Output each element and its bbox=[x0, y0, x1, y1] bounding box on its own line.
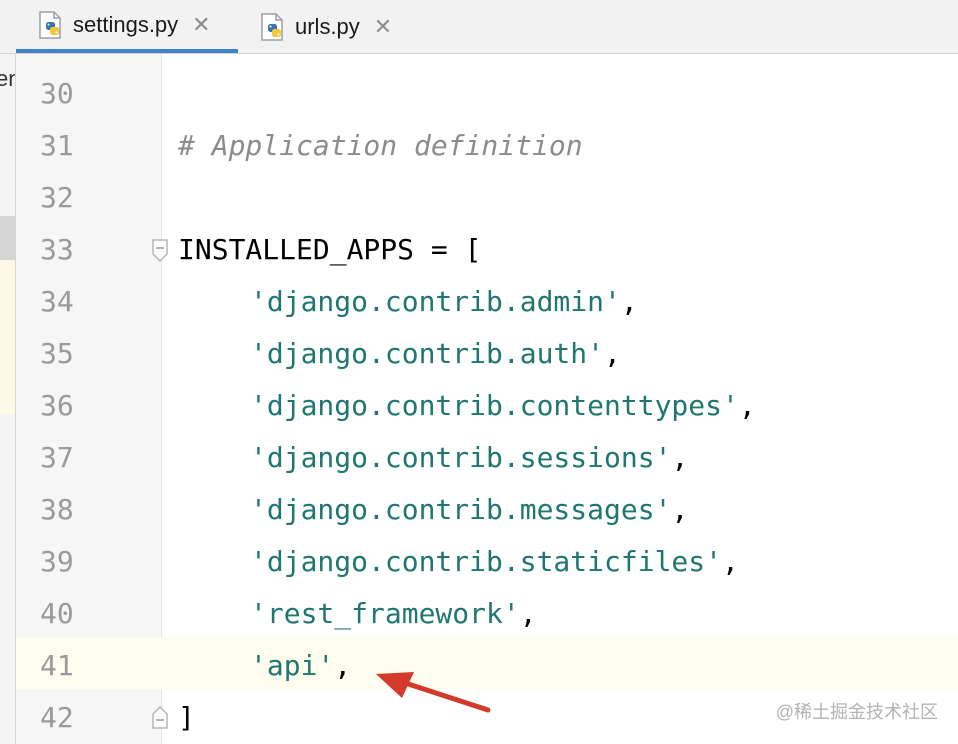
tab-label: settings.py bbox=[73, 11, 179, 37]
code-line-39: 39 'django.contrib.staticfiles', bbox=[0, 536, 958, 588]
code-string-entry[interactable]: 'django.contrib.admin', bbox=[250, 276, 638, 328]
line-number: 40 bbox=[40, 597, 74, 630]
line-number: 30 bbox=[40, 77, 74, 110]
code-line-36: 36 'django.contrib.contenttypes', bbox=[0, 380, 958, 432]
close-tab-icon[interactable]: ✕ bbox=[192, 13, 210, 36]
code-string-entry[interactable]: 'django.contrib.messages', bbox=[250, 484, 688, 536]
line-number: 42 bbox=[40, 701, 74, 734]
code-comment[interactable]: # Application definition bbox=[178, 120, 583, 172]
code-string-entry[interactable]: 'django.contrib.sessions', bbox=[250, 432, 688, 484]
code-string-entry[interactable]: 'django.contrib.contenttypes', bbox=[250, 380, 756, 432]
line-number: 35 bbox=[40, 337, 74, 370]
code-line-32: 32 bbox=[0, 172, 958, 224]
tab-urls-py[interactable]: urls.py ✕ bbox=[240, 0, 410, 53]
code-line-38: 38 'django.contrib.messages', bbox=[0, 484, 958, 536]
code-string-entry[interactable]: 'django.contrib.staticfiles', bbox=[250, 536, 739, 588]
code-line-34: 34 'django.contrib.admin', bbox=[0, 276, 958, 328]
fold-collapse-icon[interactable] bbox=[150, 238, 170, 264]
python-file-icon bbox=[39, 10, 61, 39]
code-string-entry[interactable]: 'rest_framework', bbox=[250, 588, 537, 640]
code-line-31: 31 # Application definition bbox=[0, 120, 958, 172]
line-number: 39 bbox=[40, 545, 74, 578]
tab-settings-py[interactable]: settings.py ✕ bbox=[16, 0, 238, 53]
line-number: 31 bbox=[40, 129, 74, 162]
code-line-37: 37 'django.contrib.sessions', bbox=[0, 432, 958, 484]
close-tab-icon[interactable]: ✕ bbox=[374, 15, 392, 38]
line-number: 34 bbox=[40, 285, 74, 318]
line-number: 33 bbox=[40, 233, 74, 266]
line-number: 32 bbox=[40, 181, 74, 214]
line-number: 41 bbox=[40, 649, 74, 682]
tab-label: urls.py bbox=[295, 13, 360, 39]
python-file-icon bbox=[261, 12, 283, 41]
red-annotation-arrow-icon bbox=[376, 672, 491, 713]
code-line-33: 33 INSTALLED_APPS = [ bbox=[0, 224, 958, 276]
line-number: 36 bbox=[40, 389, 74, 422]
code-string-entry[interactable]: 'django.contrib.auth', bbox=[250, 328, 621, 380]
code-line-35: 35 'django.contrib.auth', bbox=[0, 328, 958, 380]
code-statement[interactable]: INSTALLED_APPS = [ bbox=[178, 224, 481, 276]
code-line-30: 30 bbox=[0, 68, 958, 120]
editor-tab-bar: settings.py ✕ urls.py ✕ bbox=[0, 0, 958, 54]
code-string-entry[interactable]: 'api', bbox=[250, 640, 351, 692]
fold-end-icon[interactable] bbox=[150, 704, 170, 730]
line-number: 37 bbox=[40, 441, 74, 474]
code-line-40: 40 'rest_framework', bbox=[0, 588, 958, 640]
code-statement[interactable]: ] bbox=[178, 692, 195, 744]
line-number: 38 bbox=[40, 493, 74, 526]
watermark: @稀土掘金技术社区 bbox=[775, 702, 938, 722]
